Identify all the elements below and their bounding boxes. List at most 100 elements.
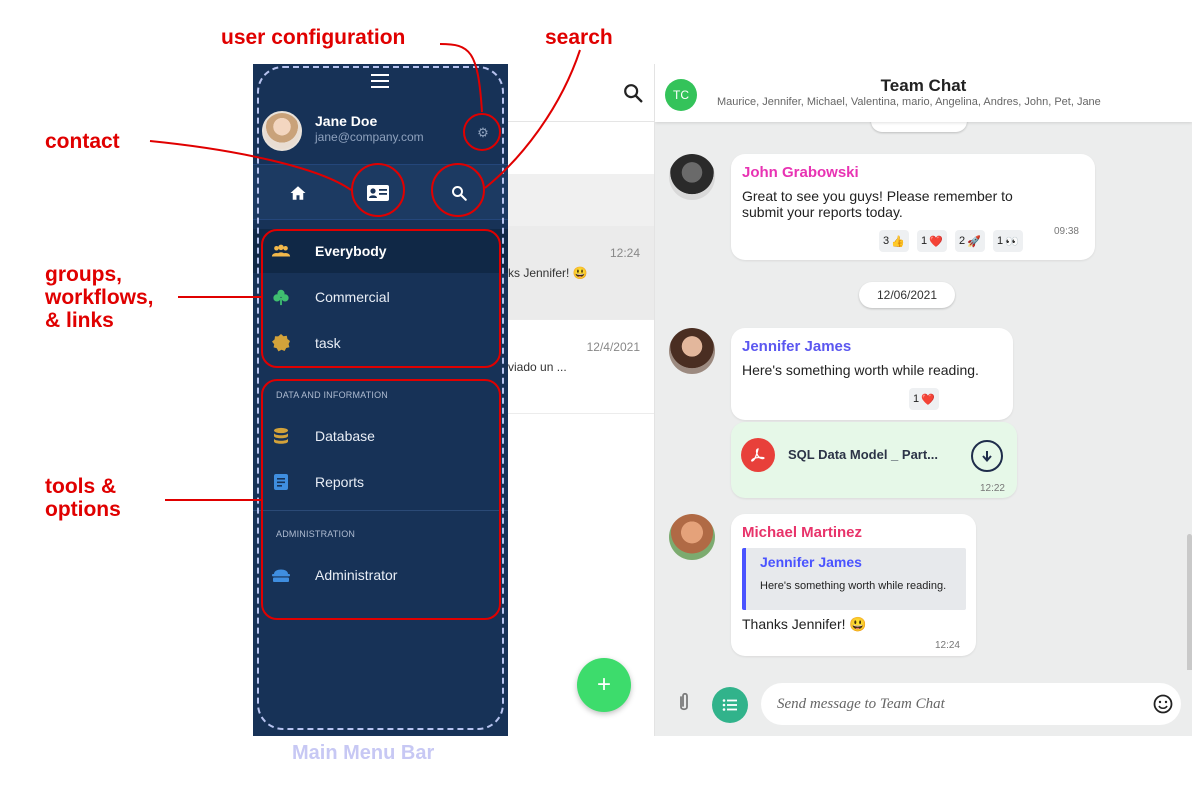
message-text: Here's something worth while reading.: [742, 362, 979, 378]
message-composer: [655, 670, 1192, 736]
sidebar-item-label: task: [315, 335, 341, 351]
quote-text: Here's something worth while reading.: [760, 580, 947, 592]
reaction-chip[interactable]: 3 👍: [879, 230, 909, 252]
reaction-chip[interactable]: 2 🚀: [955, 230, 985, 252]
chat-list-section: [508, 174, 654, 226]
reaction-count: 1: [913, 393, 920, 405]
annotation-tools-line2: options: [45, 498, 121, 521]
contact-button[interactable]: [364, 179, 392, 207]
annotation-groups-line1: groups,: [45, 263, 122, 286]
gear-icon[interactable]: ⚙: [476, 126, 490, 140]
sidebar-item-commercial[interactable]: Commercial: [253, 275, 508, 319]
sidebar-item-everybody[interactable]: Everybody: [253, 229, 508, 273]
reaction-chip[interactable]: 1 ❤️: [909, 388, 939, 410]
sidebar-item-administrator[interactable]: Administrator: [253, 553, 508, 597]
message-bubble: John Grabowski Great to see you guys! Pl…: [731, 154, 1095, 260]
list-icon: [722, 699, 737, 711]
chat-list-snippet: viado un ...: [508, 360, 567, 374]
message-input[interactable]: [777, 683, 1137, 725]
avatar[interactable]: [669, 514, 715, 560]
database-icon: [271, 426, 291, 446]
chat-list-panel: 12:24 ks Jennifer! 😃 12/4/2021 viado un …: [508, 64, 655, 736]
sidebar-nav-row: [253, 164, 508, 220]
chat-scrollbar[interactable]: [1187, 534, 1192, 674]
message-sender: John Grabowski: [742, 164, 859, 181]
message-sender: Michael Martinez: [742, 524, 863, 541]
chat-list-item[interactable]: 12/4/2021 viado un ...: [508, 320, 654, 414]
message-sender: Jennifer James: [742, 338, 852, 355]
reaction-count: 2: [959, 235, 966, 247]
message-text: Great to see you guys! Please remember t…: [742, 188, 1013, 204]
emoji-icon[interactable]: [1153, 694, 1173, 714]
section-title-data: DATA AND INFORMATION: [276, 390, 389, 400]
reaction-chip[interactable]: 1 👀: [993, 230, 1023, 252]
chat-title: Team Chat: [880, 76, 967, 95]
message-bubble: Michael Martinez Jennifer James Here's s…: [731, 514, 976, 656]
annotation-groups-line3: & links: [45, 309, 114, 332]
chat-members: Maurice, Jennifer, Michael, Valentina, m…: [717, 96, 1101, 108]
message-time: 12:24: [934, 640, 960, 651]
sidebar-item-label: Reports: [315, 474, 365, 490]
chat-list-header: [508, 64, 654, 122]
quote-sender: Jennifer James: [760, 554, 862, 570]
annotation-tools-line1: tools &: [45, 475, 117, 498]
file-bubble[interactable]: SQL Data Model _ Part... 12:22: [731, 422, 1017, 498]
rocket-icon: 🚀: [967, 235, 981, 248]
chat-list-item[interactable]: 12:24 ks Jennifer! 😃: [508, 226, 654, 320]
heart-icon: ❤️: [921, 393, 935, 406]
admin-icon: [271, 565, 291, 585]
annotation-search: search: [545, 26, 613, 49]
home-button[interactable]: [284, 179, 312, 207]
list-button[interactable]: [712, 687, 748, 723]
clover-icon: [271, 287, 291, 307]
annotation-user-configuration: user configuration: [221, 26, 406, 49]
user-avatar[interactable]: [262, 111, 302, 151]
home-icon: [290, 186, 306, 200]
hamburger-menu-icon[interactable]: [371, 74, 389, 88]
download-icon: [982, 451, 992, 463]
thumbs-up-icon: 👍: [891, 235, 905, 248]
chat-list-time: 12/4/2021: [586, 340, 640, 354]
avatar[interactable]: [669, 154, 715, 200]
sidebar-item-label: Administrator: [315, 567, 398, 583]
user-email: jane@company.com: [315, 130, 424, 144]
message-time: 09:38: [1053, 226, 1079, 237]
chat-list-time: 12:24: [609, 246, 640, 260]
group-icon: [271, 241, 291, 261]
heart-icon: ❤️: [929, 235, 943, 248]
badge-icon: [271, 333, 291, 353]
document-icon: [271, 472, 291, 492]
message-input-wrapper: [761, 683, 1181, 725]
section-title-admin: ADMINISTRATION: [276, 529, 356, 539]
annotation-groups-line2: workflows,: [45, 286, 154, 309]
sidebar-item-label: Everybody: [315, 243, 387, 259]
paperclip-icon[interactable]: [675, 692, 693, 714]
search-icon[interactable]: [622, 82, 644, 104]
sidebar-search-button[interactable]: [445, 179, 473, 207]
message-text: Thanks Jennifer! 😃: [742, 616, 867, 632]
search-icon: [452, 186, 467, 201]
chat-pane: TC Team Chat Maurice, Jennifer, Michael,…: [655, 64, 1192, 736]
chat-list-spacer: [508, 122, 654, 174]
reaction-count: 1: [921, 235, 928, 247]
sidebar-divider: [253, 510, 508, 511]
sidebar-item-reports[interactable]: Reports: [253, 460, 508, 504]
new-chat-button[interactable]: +: [577, 658, 631, 712]
sidebar-item-task[interactable]: task: [253, 321, 508, 365]
date-pill: 12/06/2021: [859, 282, 955, 308]
avatar[interactable]: [669, 328, 715, 374]
quoted-message[interactable]: Jennifer James Here's something worth wh…: [742, 548, 966, 610]
message-bubble: Jennifer James Here's something worth wh…: [731, 328, 1013, 420]
eyes-icon: 👀: [1005, 235, 1019, 248]
screenshot-stage: user configuration search contact groups…: [0, 0, 1200, 800]
reaction-chip[interactable]: 1 ❤️: [917, 230, 947, 252]
message-time: 12:22: [979, 483, 1005, 494]
download-button[interactable]: [971, 440, 1003, 472]
chat-list-snippet: ks Jennifer! 😃: [508, 266, 588, 280]
annotation-main-menu-bar: Main Menu Bar: [292, 742, 435, 764]
pdf-icon: [741, 438, 775, 472]
sidebar-item-database[interactable]: Database: [253, 414, 508, 458]
sidebar-item-label: Database: [315, 428, 375, 444]
user-name: Jane Doe: [315, 113, 378, 129]
plus-icon: +: [596, 671, 611, 698]
